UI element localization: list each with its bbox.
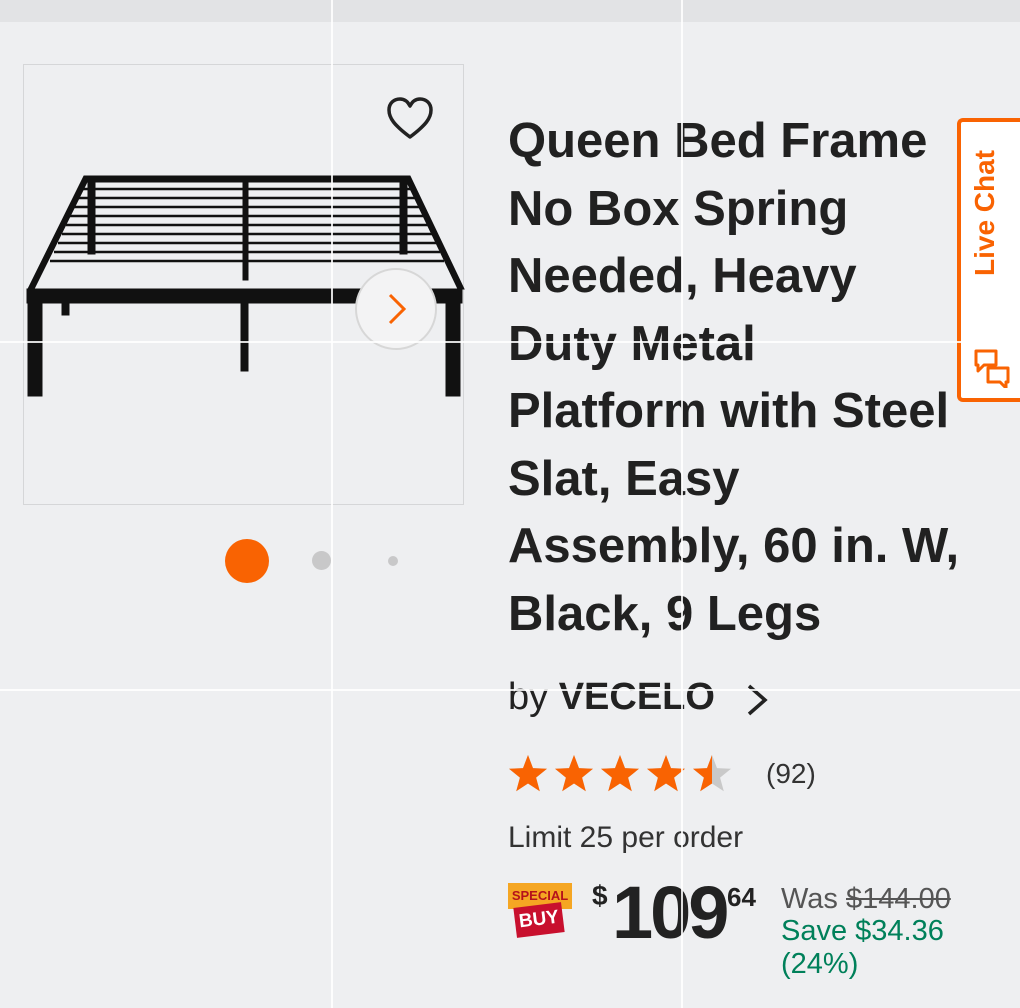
price-dollars: 109	[612, 871, 729, 954]
grid-line	[0, 689, 1020, 691]
carousel-dot[interactable]	[388, 556, 398, 566]
live-chat-button[interactable]: Live Chat	[957, 118, 1020, 402]
was-label: Was	[781, 883, 838, 915]
star-icon-filled	[555, 755, 593, 792]
live-chat-label: Live Chat	[969, 149, 1000, 277]
grid-line	[331, 0, 333, 1008]
order-limit: Limit 25 per order	[508, 821, 744, 854]
was-value: $144.00	[846, 883, 951, 915]
star-icon-filled	[509, 755, 547, 792]
chat-bubbles-icon	[974, 349, 1010, 388]
brand-prefix: by	[508, 676, 549, 718]
star-icon-filled	[647, 755, 685, 792]
brand-link[interactable]: VECELO	[559, 676, 715, 718]
rating-stars[interactable]	[508, 752, 748, 796]
top-bar	[0, 0, 1020, 22]
review-count[interactable]: (92)	[766, 758, 816, 790]
savings: Save $34.36 (24%)	[781, 915, 944, 980]
special-buy-badge: SPECIAL BUY	[508, 883, 572, 939]
star-icon-filled	[601, 755, 639, 792]
badge-bottom-text: BUY	[513, 902, 565, 938]
grid-line	[0, 341, 1020, 343]
next-image-button[interactable]	[355, 268, 437, 350]
favorite-button[interactable]	[385, 96, 435, 142]
carousel-dot[interactable]	[312, 551, 331, 570]
carousel-dot-active[interactable]	[225, 539, 269, 583]
product-title: Queen Bed Frame No Box Spring Needed, He…	[508, 114, 960, 641]
price-cents: 64	[727, 882, 756, 912]
chevron-right-icon	[388, 293, 407, 325]
was-price: Was $144.00	[781, 883, 951, 916]
grid-line	[681, 0, 683, 1008]
heart-outline-icon	[387, 97, 433, 139]
brand-line: by VECELO	[508, 676, 715, 719]
price-currency: $	[592, 880, 608, 911]
chevron-right-icon[interactable]	[743, 680, 773, 720]
